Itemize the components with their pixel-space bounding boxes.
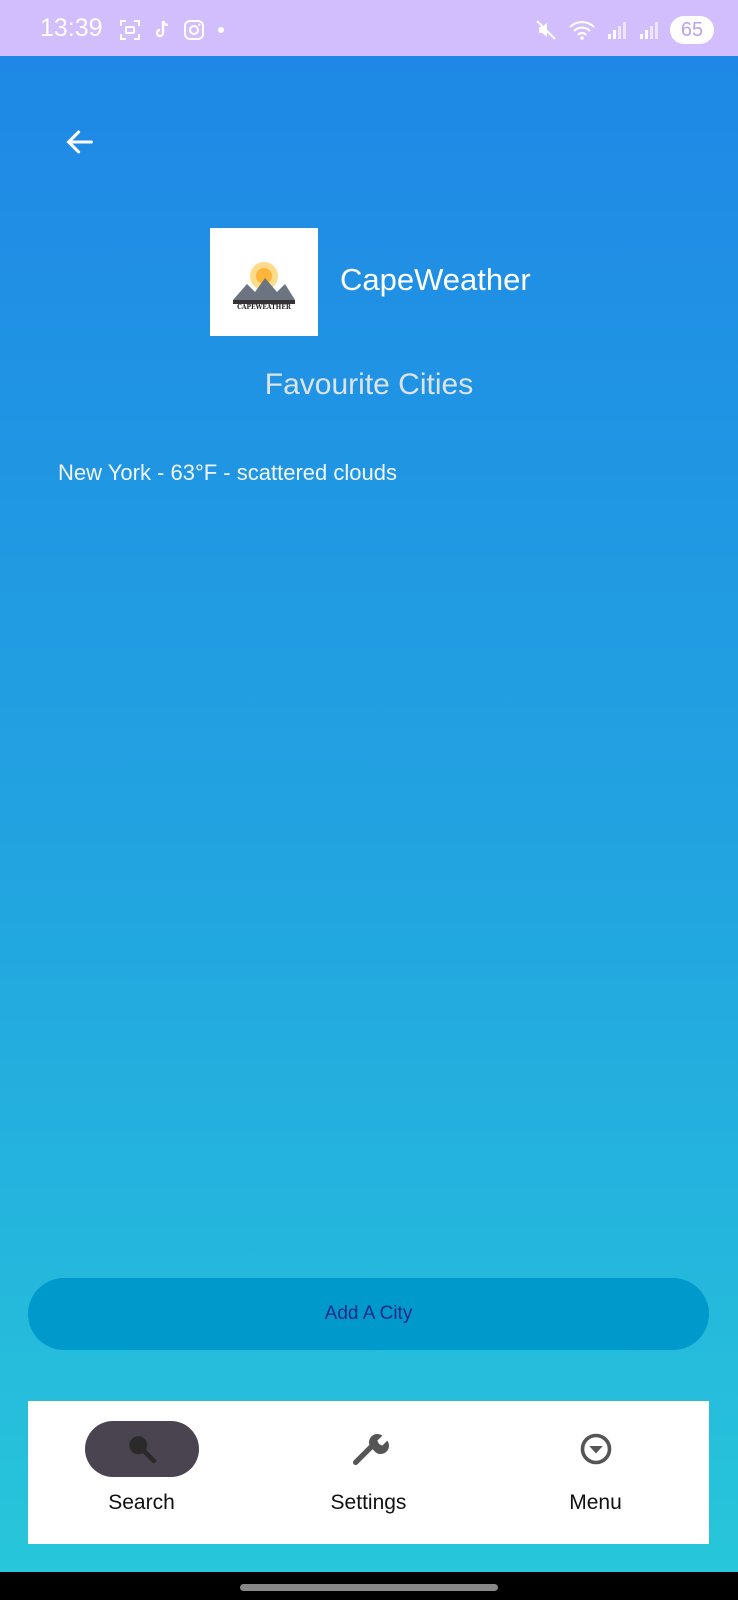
notification-dot-icon bbox=[218, 27, 224, 33]
add-city-button[interactable]: Add A City bbox=[28, 1278, 709, 1350]
app-screen: CAPEWEATHER CapeWeather Favourite Cities… bbox=[0, 56, 738, 1572]
system-gesture-area bbox=[0, 1572, 738, 1600]
instagram-icon bbox=[184, 20, 204, 40]
chevron-circle-down-icon bbox=[580, 1433, 611, 1465]
bottom-navigation: Search Settings Menu bbox=[28, 1401, 709, 1544]
app-logo: CAPEWEATHER bbox=[210, 228, 318, 336]
home-gesture-handle[interactable] bbox=[240, 1584, 498, 1591]
status-notification-icons bbox=[118, 18, 228, 42]
favourite-city-item[interactable]: New York - 63°F - scattered clouds bbox=[58, 460, 397, 486]
arrow-left-icon bbox=[66, 130, 93, 154]
mute-icon bbox=[536, 20, 556, 40]
nav-icon-container bbox=[312, 1421, 426, 1477]
back-button[interactable] bbox=[60, 122, 100, 162]
wrench-icon bbox=[352, 1434, 389, 1465]
nav-label-settings: Settings bbox=[330, 1491, 407, 1514]
page-title: Favourite Cities bbox=[264, 368, 474, 401]
mountain-sun-logo-icon bbox=[233, 261, 295, 304]
app-title: CapeWeather bbox=[340, 262, 531, 297]
nav-label-menu: Menu bbox=[569, 1491, 622, 1514]
logo-text: CAPEWEATHER bbox=[237, 303, 291, 311]
status-system-icons: 65 bbox=[534, 16, 714, 44]
wifi-icon bbox=[569, 20, 595, 40]
nav-icon-container bbox=[539, 1421, 653, 1477]
tiktok-icon bbox=[155, 20, 169, 38]
nav-active-indicator bbox=[84, 1421, 199, 1477]
nav-label-search: Search bbox=[108, 1491, 175, 1514]
battery-indicator: 65 bbox=[670, 16, 714, 44]
search-icon bbox=[128, 1436, 156, 1464]
nav-item-search[interactable]: Search bbox=[28, 1401, 255, 1544]
nav-item-menu[interactable]: Menu bbox=[482, 1401, 709, 1544]
status-bar: 13:39 65 bbox=[0, 0, 738, 56]
signal-icon-2 bbox=[640, 22, 658, 39]
nav-item-settings[interactable]: Settings bbox=[255, 1401, 482, 1544]
status-time: 13:39 bbox=[40, 14, 103, 42]
signal-icon bbox=[608, 22, 626, 39]
screenshot-icon bbox=[120, 20, 140, 40]
